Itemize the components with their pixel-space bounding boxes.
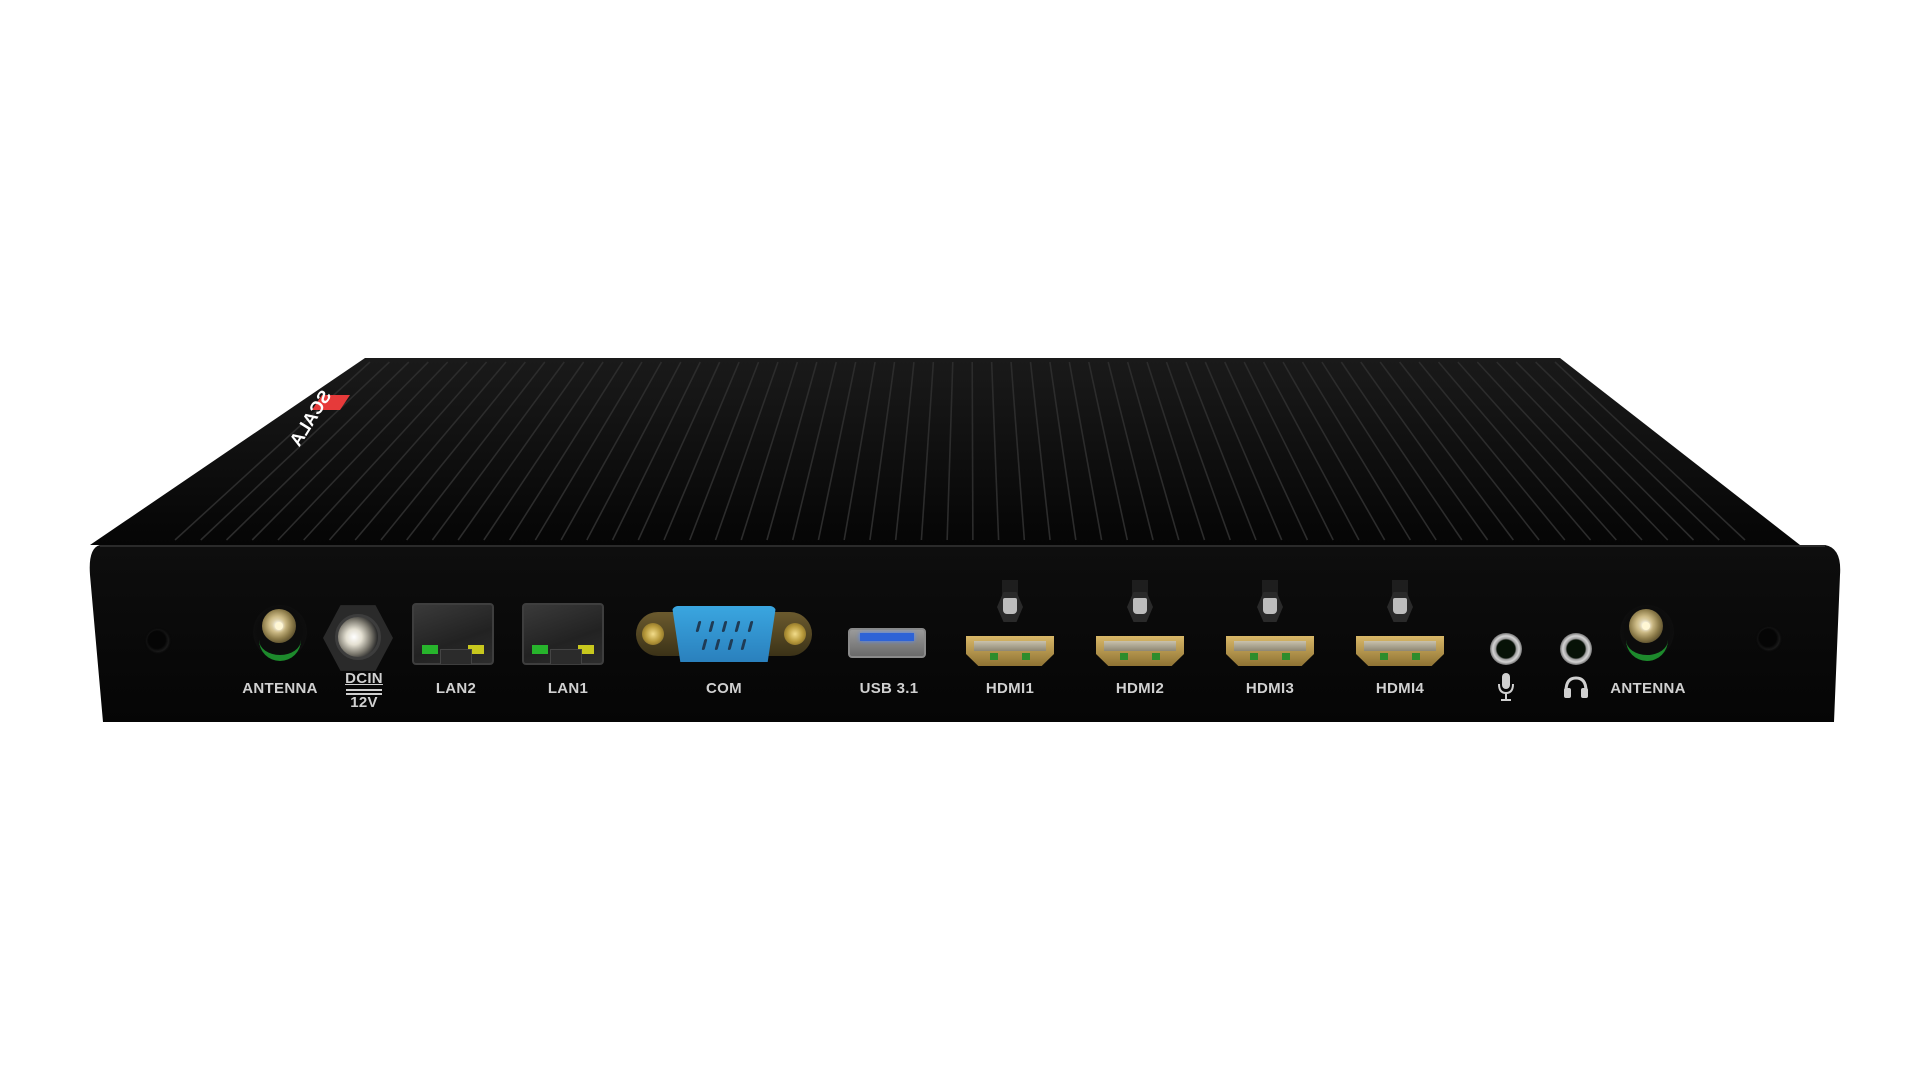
- rj45-port-icon: [550, 649, 582, 664]
- chassis: SCALA: [89, 358, 1841, 722]
- hdmi1-label: HDMI1: [985, 680, 1035, 697]
- dc-in-jack[interactable]: [323, 603, 393, 673]
- microphone-icon: [1498, 673, 1514, 701]
- left-mount-hole: [147, 630, 169, 652]
- usb-port[interactable]: [848, 628, 926, 658]
- usb-label: USB 3.1: [859, 680, 919, 697]
- mic-jack[interactable]: [1490, 633, 1522, 665]
- headphone-jack[interactable]: [1560, 633, 1592, 665]
- product-render: SCALA ANTENNA DCIN 12V LAN2 LAN1 COM USB…: [0, 0, 1920, 1080]
- headphones-icon: [1564, 676, 1588, 698]
- hdmi-standoff-post: [997, 580, 1023, 624]
- heatsink-top: [90, 358, 1800, 545]
- hdmi-standoff-post: [1387, 580, 1413, 624]
- hdmi3-port[interactable]: [1226, 636, 1314, 666]
- hdmi-standoff-post: [1257, 580, 1283, 624]
- antenna-right-label: ANTENNA: [1610, 680, 1686, 697]
- heatsink-fin: [971, 361, 974, 541]
- hdmi2-port[interactable]: [1096, 636, 1184, 666]
- lan1-link-led: [532, 645, 548, 654]
- lan2-label: LAN2: [435, 680, 477, 697]
- right-mount-hole: [1758, 628, 1780, 650]
- dc-voltage-label: 12V: [350, 694, 378, 711]
- hdmi3-label: HDMI3: [1245, 680, 1295, 697]
- com-label: COM: [706, 680, 742, 697]
- antenna-left-connector[interactable]: [253, 605, 307, 661]
- rj45-port-icon: [440, 649, 472, 664]
- com-screw-right: [784, 623, 806, 645]
- antenna-left-label: ANTENNA: [242, 680, 318, 697]
- hdmi-standoff-post: [1127, 580, 1153, 624]
- com-screw-left: [642, 623, 664, 645]
- antenna-right-connector[interactable]: [1620, 605, 1674, 661]
- lan2-port[interactable]: [412, 603, 494, 665]
- hdmi1-port[interactable]: [966, 636, 1054, 666]
- hdmi4-label: HDMI4: [1375, 680, 1425, 697]
- hdmi4-port[interactable]: [1356, 636, 1444, 666]
- dc-in-label: DCIN: [345, 670, 383, 687]
- lan1-label: LAN1: [547, 680, 589, 697]
- lan1-port[interactable]: [522, 603, 604, 665]
- hdmi2-label: HDMI2: [1115, 680, 1165, 697]
- db9-serial-port-icon: [672, 606, 776, 662]
- lan2-link-led: [422, 645, 438, 654]
- usb-port-icon: [860, 633, 914, 641]
- com-serial-port[interactable]: [636, 604, 812, 664]
